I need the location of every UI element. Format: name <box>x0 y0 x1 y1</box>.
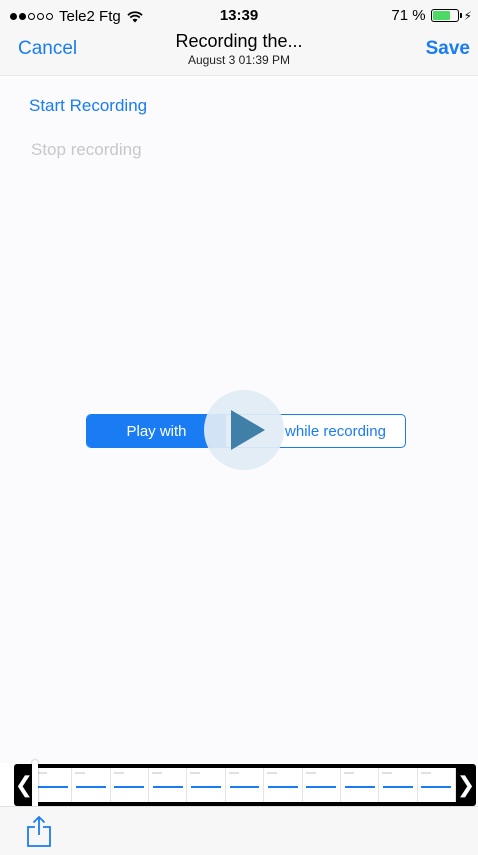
video-timeline-scrubber[interactable]: ❮ ❯ <box>14 760 476 810</box>
page-subtitle: August 3 01:39 PM <box>187 53 291 67</box>
trim-handle-left[interactable]: ❮ <box>14 764 34 806</box>
save-button[interactable]: Save <box>426 38 470 60</box>
stop-recording-button: Stop recording <box>31 140 142 159</box>
timeline-frame <box>264 768 303 802</box>
timeline-frame <box>72 768 111 802</box>
timeline-frame <box>34 768 73 802</box>
page-title: Recording the... <box>175 31 303 51</box>
start-recording-button[interactable]: Start Recording <box>29 96 147 116</box>
timeline-frame <box>303 768 341 802</box>
timeline-frame <box>379 768 418 802</box>
battery-percent: 71 % <box>391 7 426 24</box>
main-content: Start Recording Stop recording Play with… <box>0 77 478 763</box>
playhead[interactable] <box>32 760 38 810</box>
timeline-frame <box>226 768 265 802</box>
timeline-frame <box>341 768 380 802</box>
bottom-toolbar <box>0 806 478 855</box>
play-button[interactable] <box>204 390 284 470</box>
timeline-frame <box>149 768 188 802</box>
battery-fill <box>432 11 450 20</box>
timeline-frame <box>111 768 150 802</box>
charging-bolt-icon: ⚡ <box>463 8 472 23</box>
share-icon[interactable] <box>26 815 52 847</box>
play-icon <box>230 410 265 450</box>
status-bar: Tele2 Ftg 13:39 71 % ⚡ <box>0 0 478 30</box>
timeline-frame <box>187 768 226 802</box>
battery-icon <box>430 9 462 22</box>
timeline-frames <box>34 768 456 802</box>
status-right: 71 % ⚡ <box>391 7 472 24</box>
trim-handle-right[interactable]: ❯ <box>456 764 476 806</box>
timeline-frame <box>418 768 456 802</box>
nav-title-group: Recording the... August 3 01:39 PM <box>0 30 478 67</box>
navigation-bar: Cancel Recording the... August 3 01:39 P… <box>0 30 478 76</box>
